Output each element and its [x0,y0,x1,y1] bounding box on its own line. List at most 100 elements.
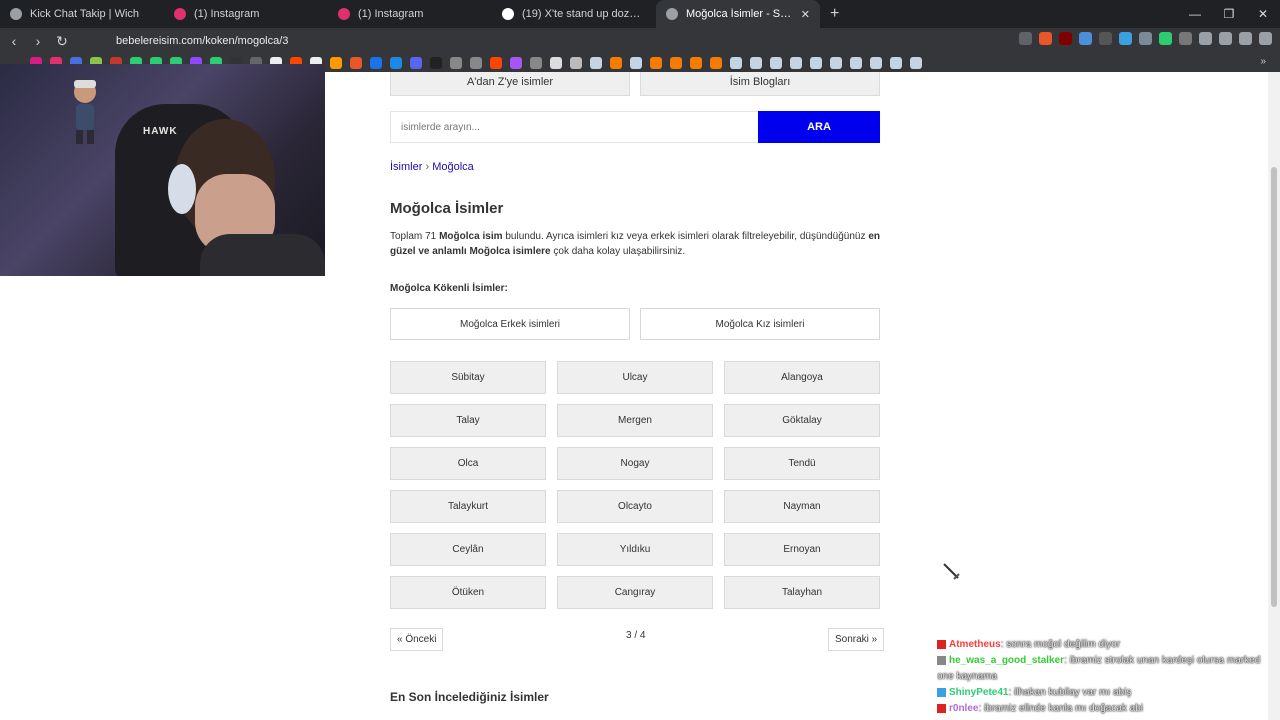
bookmark-icon[interactable] [710,57,722,69]
tab-favicon-icon [10,8,22,20]
desc-text: bulundu. Ayrıca isimleri kız veya erkek … [502,231,869,242]
steam-icon[interactable] [790,57,802,69]
desc-bold: Moğolca isim [439,231,503,242]
female-names-button[interactable]: Moğolca Kız isimleri [640,308,880,340]
bookmark-icon[interactable] [430,57,442,69]
name-item[interactable]: Olca [390,447,546,480]
sidebar-icon[interactable] [1219,32,1232,45]
bookmarks-overflow-icon[interactable]: » [1260,56,1266,67]
bookmark-icon[interactable] [330,57,342,69]
steam-icon[interactable] [910,57,922,69]
minimize-icon[interactable]: — [1178,0,1212,28]
bookmark-icon[interactable] [490,57,502,69]
browser-tab[interactable]: (1) Instagram [328,0,492,28]
steam-icon[interactable] [770,57,782,69]
extension-icon[interactable] [1099,32,1112,45]
name-blogs-button[interactable]: İsim Blogları [640,72,880,96]
bookmark-icon[interactable] [450,57,462,69]
name-item[interactable]: Talay [390,404,546,437]
browser-tab[interactable]: (19) X'te stand up dozu: "zamanda yo [492,0,656,28]
close-window-icon[interactable]: ✕ [1246,0,1280,28]
maximize-icon[interactable]: ❐ [1212,0,1246,28]
extension-icon[interactable] [1119,32,1132,45]
chat-username: Atmetheus [949,639,1001,650]
steam-icon[interactable] [870,57,882,69]
bookmark-icon[interactable] [550,57,562,69]
name-item[interactable]: Talaykurt [390,490,546,523]
bookmark-icon[interactable] [670,57,682,69]
page-scrollbar[interactable] [1268,72,1280,720]
music-icon[interactable] [1239,32,1252,45]
steam-icon[interactable] [730,57,742,69]
extension-icon[interactable] [1179,32,1192,45]
steam-icon[interactable] [850,57,862,69]
extension-icon[interactable] [1079,32,1092,45]
bookmark-icon[interactable] [690,57,702,69]
steam-icon[interactable] [810,57,822,69]
address-bar[interactable]: bebelereisim.com/koken/mogolca/3 [116,35,288,47]
browser-tab-active[interactable]: Moğolca İsimler - Sayfa 3 - Bebe ✕ [656,0,820,28]
search-input[interactable] [390,111,758,143]
name-item[interactable]: Tendü [724,447,880,480]
name-item[interactable]: Ulcay [557,361,713,394]
chat-message: Atmetheus: sonra moğol değilim diyor [937,637,1273,653]
name-item[interactable]: Alangoya [724,361,880,394]
x-logo-icon [502,8,514,20]
bookmark-icon[interactable] [650,57,662,69]
name-item[interactable]: Göktalay [724,404,880,437]
webcam-overlay: HAWK [0,64,325,276]
search-button[interactable]: ARA [758,111,880,143]
page-indicator: 3 / 4 [626,630,646,641]
bookmark-icon[interactable] [350,57,362,69]
name-item[interactable]: Olcayto [557,490,713,523]
name-item[interactable]: Yıldıku [557,533,713,566]
tab-favicon-icon [666,8,678,20]
name-item[interactable]: Nogay [557,447,713,480]
forward-icon[interactable]: › [28,33,48,49]
back-icon[interactable]: ‹ [4,33,24,49]
reload-icon[interactable]: ↻ [52,33,72,50]
name-item[interactable]: Nayman [724,490,880,523]
bookmark-icon[interactable] [530,57,542,69]
bookmark-icon[interactable] [370,57,382,69]
bookmark-icon[interactable] [410,57,422,69]
scrollbar-thumb[interactable] [1271,167,1277,607]
name-item[interactable]: Talayhan [724,576,880,609]
close-tab-icon[interactable]: ✕ [801,8,810,21]
name-item[interactable]: Mergen [557,404,713,437]
bookmark-icon[interactable] [510,57,522,69]
bookmark-icon[interactable] [470,57,482,69]
steam-icon[interactable] [750,57,762,69]
browser-tab[interactable]: Kick Chat Takip | Wich [0,0,164,28]
folder-icon[interactable] [570,57,582,69]
name-item[interactable]: Sübitay [390,361,546,394]
a-to-z-names-button[interactable]: A'dan Z'ye isimler [390,72,630,96]
breadcrumb-current-link[interactable]: Moğolca [432,161,474,173]
menu-icon[interactable] [1259,32,1272,45]
stream-chat-overlay: Atmetheus: sonra moğol değilim diyor he_… [937,637,1273,717]
breadcrumb-home-link[interactable]: İsimler [390,161,422,173]
next-page-button[interactable]: Sonraki » [828,628,885,651]
puzzle-icon[interactable] [1199,32,1212,45]
new-tab-button[interactable]: + [820,5,849,23]
bookmark-icon[interactable] [610,57,622,69]
male-names-button[interactable]: Moğolca Erkek isimleri [390,308,630,340]
name-item[interactable]: Ötüken [390,576,546,609]
steam-icon[interactable] [830,57,842,69]
previous-page-button[interactable]: « Önceki [390,628,444,651]
name-item[interactable]: Cangıray [557,576,713,609]
steam-icon[interactable] [590,57,602,69]
ublock-icon[interactable] [1059,32,1072,45]
share-icon[interactable] [1019,32,1032,45]
browser-tab[interactable]: (1) Instagram [164,0,328,28]
steam-icon[interactable] [630,57,642,69]
steam-icon[interactable] [890,57,902,69]
extension-icon[interactable] [1139,32,1152,45]
bookmark-icon[interactable] [390,57,402,69]
instagram-icon [338,8,350,20]
name-item[interactable]: Ernoyan [724,533,880,566]
name-item[interactable]: Ceylân [390,533,546,566]
brave-shield-icon[interactable] [1039,32,1052,45]
chat-badge-icon [937,687,946,697]
kick-extension-icon[interactable] [1159,32,1172,45]
